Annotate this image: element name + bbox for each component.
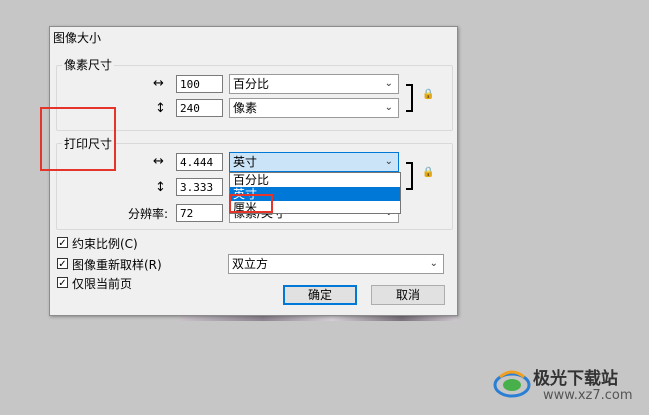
ok-button[interactable]: 确定: [283, 285, 357, 305]
watermark-logo-icon: [493, 370, 531, 398]
chevron-down-icon: ⌄: [384, 102, 393, 113]
print-width-unit-value: 英寸: [233, 155, 258, 169]
dialog-title: 图像大小: [53, 31, 102, 45]
pixel-dimensions-label: 像素尺寸: [62, 56, 115, 73]
pixel-height-unit-value: 像素: [233, 101, 258, 115]
lock-icon: 🔒: [422, 89, 435, 100]
constrain-bracket: [406, 84, 413, 112]
resolution-label: 分辨率:: [128, 207, 169, 221]
chevron-down-icon: ⌄: [384, 156, 393, 167]
print-width-input[interactable]: 4.444: [176, 153, 223, 171]
vertical-arrow-icon: ↕: [155, 180, 166, 195]
constrain-bracket: [406, 162, 413, 190]
resample-checkbox[interactable]: ✓: [57, 258, 68, 270]
current-page-label: 仅限当前页: [72, 277, 133, 291]
dropdown-option-percent[interactable]: 百分比: [230, 173, 400, 187]
watermark-url: www.xz7.com: [543, 388, 633, 403]
print-height-input[interactable]: 3.333: [176, 178, 223, 196]
constrain-label: 约束比例(C): [72, 237, 138, 251]
lock-icon: 🔒: [422, 167, 435, 178]
current-page-checkbox[interactable]: ✓: [57, 277, 68, 289]
resample-label: 图像重新取样(R): [72, 258, 162, 272]
cancel-button[interactable]: 取消: [371, 285, 445, 305]
horizontal-arrow-icon: ↔: [153, 154, 164, 169]
annotation-box-cm: [229, 194, 273, 213]
resample-method-select[interactable]: 双立方 ⌄: [228, 254, 444, 274]
pixel-width-input[interactable]: 100: [176, 75, 223, 93]
vertical-arrow-icon: ↕: [155, 101, 166, 116]
constrain-checkbox[interactable]: ✓: [57, 237, 68, 249]
resolution-input[interactable]: 72: [176, 204, 223, 222]
chevron-down-icon: ⌄: [429, 258, 438, 269]
watermark-name: 极光下载站: [533, 369, 618, 389]
pixel-height-unit-select[interactable]: 像素 ⌄: [229, 98, 399, 118]
pixel-width-unit-value: 百分比: [233, 77, 270, 91]
annotation-box-print-size: [40, 107, 116, 171]
chevron-down-icon: ⌄: [384, 78, 393, 89]
pixel-width-unit-select[interactable]: 百分比 ⌄: [229, 74, 399, 94]
horizontal-arrow-icon: ↔: [153, 76, 164, 91]
pixel-height-input[interactable]: 240: [176, 99, 223, 117]
print-width-unit-select[interactable]: 英寸 ⌄: [229, 152, 399, 172]
resample-method-value: 双立方: [232, 257, 269, 271]
